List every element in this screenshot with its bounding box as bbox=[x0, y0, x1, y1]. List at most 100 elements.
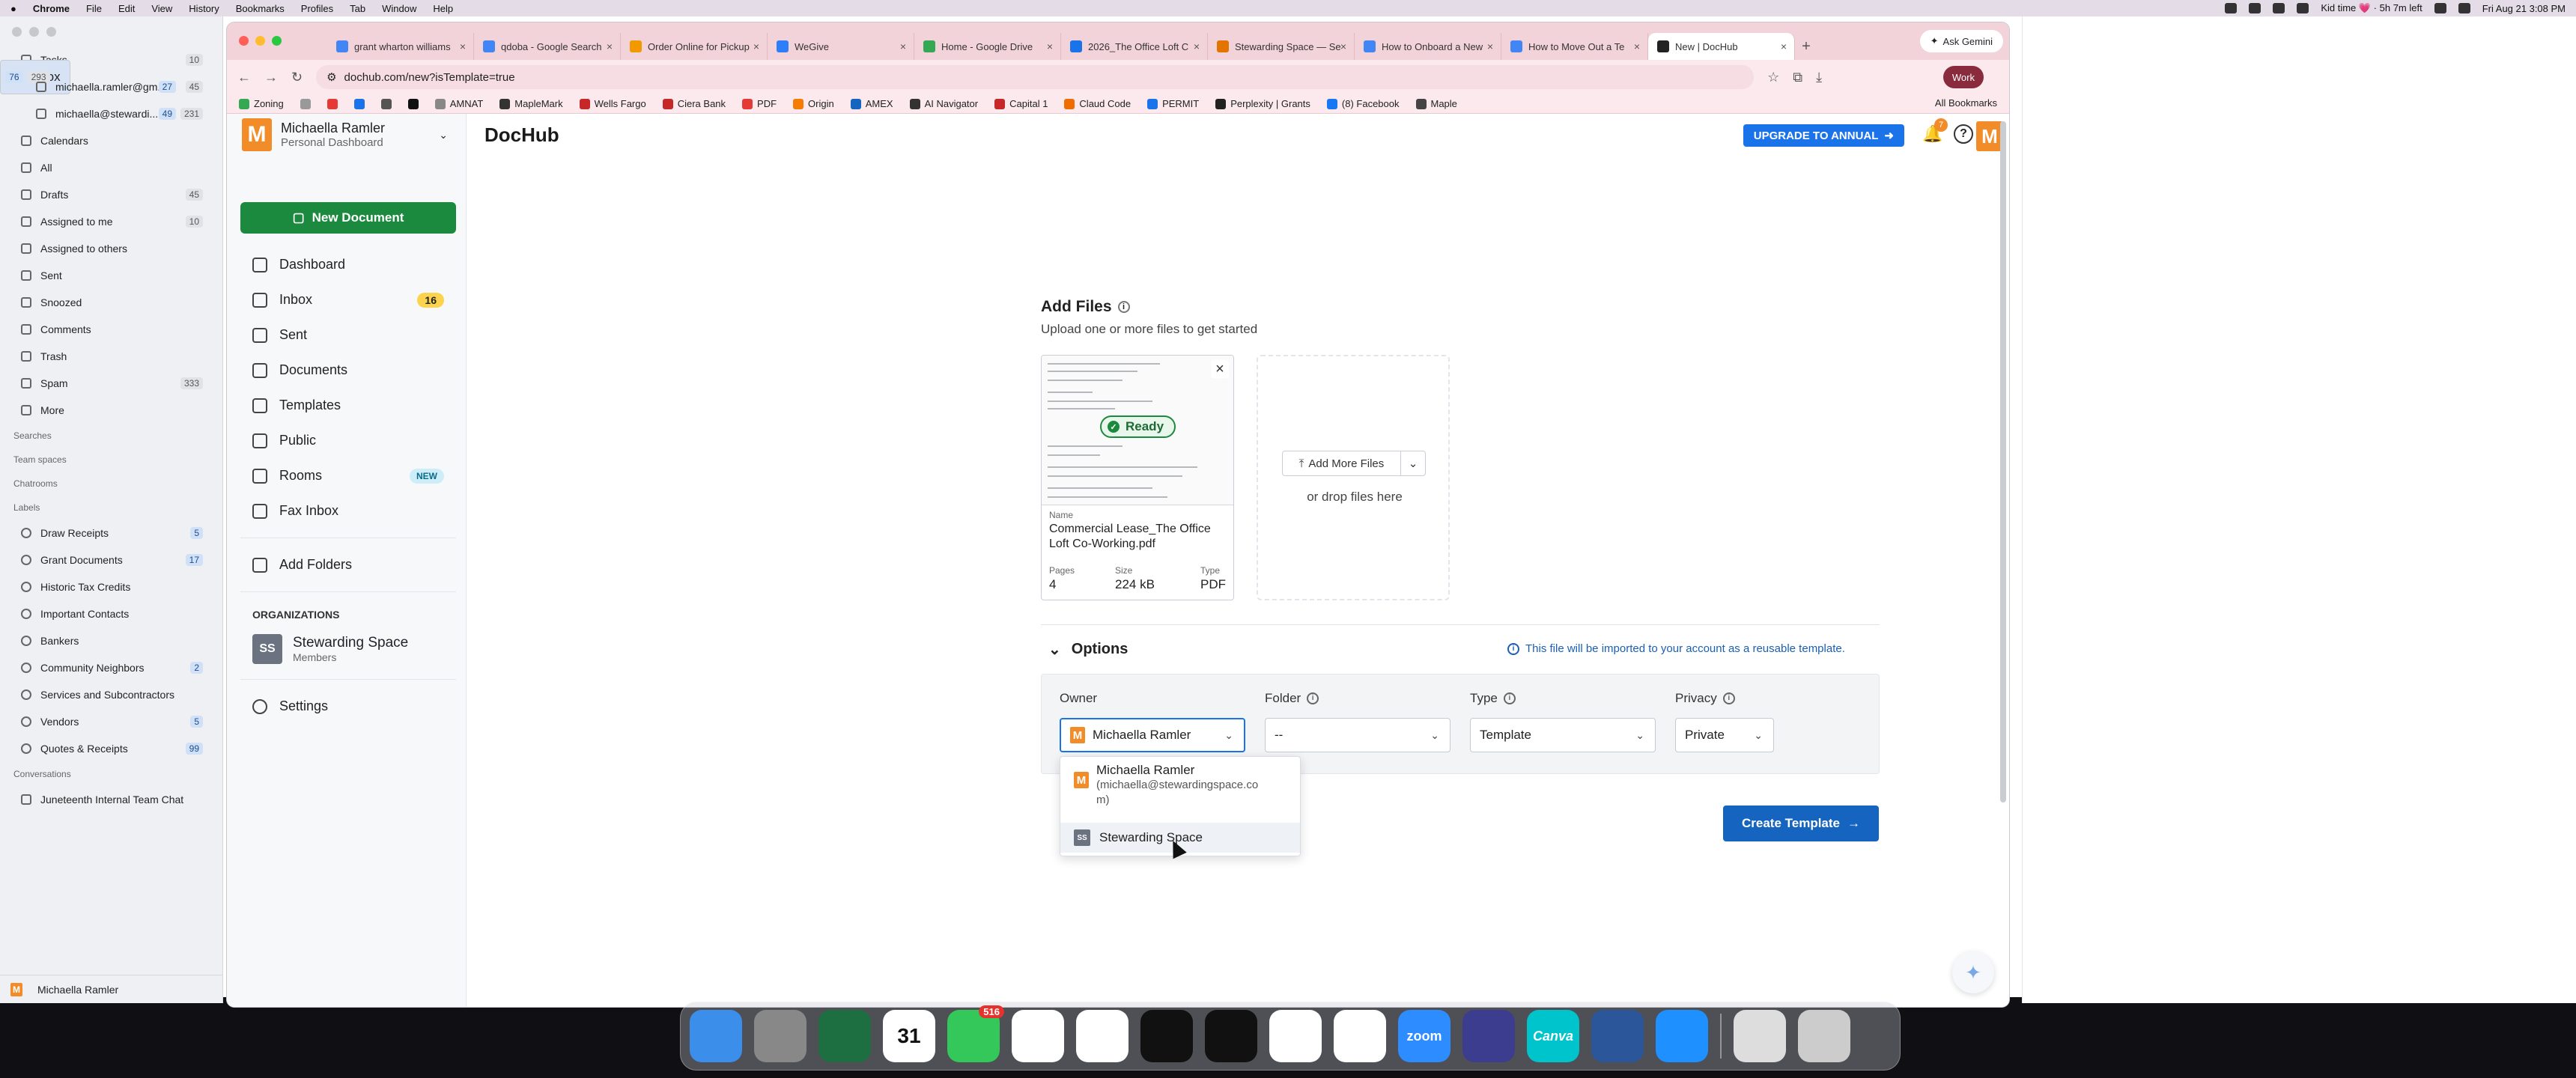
mail-section-heading[interactable]: Team spaces bbox=[0, 448, 222, 472]
menu-profiles[interactable]: Profiles bbox=[301, 3, 333, 14]
mail-label-item[interactable]: Grant Documents 17 bbox=[0, 546, 222, 573]
owner-select[interactable]: M Michaella Ramler ⌄ bbox=[1060, 718, 1245, 752]
help-icon[interactable]: ? bbox=[1954, 124, 1973, 144]
close-icon[interactable]: × bbox=[1211, 360, 1229, 378]
mail-label-item[interactable]: Community Neighbors 2 bbox=[0, 654, 222, 681]
owner-option-michaella[interactable]: M Michaella Ramler (michaella@stewarding… bbox=[1060, 763, 1300, 817]
mail-folder-item[interactable]: Assigned to me 10 bbox=[0, 208, 222, 235]
extensions-icon[interactable]: ⧉ bbox=[1793, 70, 1802, 85]
notion-icon[interactable] bbox=[1462, 1010, 1515, 1062]
mail-label-item[interactable]: Important Contacts bbox=[0, 600, 222, 627]
wifi-icon[interactable] bbox=[2434, 3, 2446, 13]
excel-icon[interactable] bbox=[818, 1010, 871, 1062]
account-switcher[interactable]: M Michaella Ramler Personal Dashboard ⌄ bbox=[227, 114, 466, 156]
user-avatar[interactable]: M bbox=[1976, 121, 2003, 151]
drop-zone[interactable]: ⤒ Add More Files ⌄ or drop files here bbox=[1257, 355, 1450, 600]
add-more-files-button[interactable]: ⤒ Add More Files ⌄ bbox=[1282, 451, 1426, 476]
bookmark-item[interactable] bbox=[326, 98, 338, 109]
tab-close-icon[interactable]: × bbox=[1781, 40, 1787, 52]
mail-folder-item[interactable]: michaella.ramler@gm... 27 45 bbox=[0, 73, 222, 100]
search-status-icon[interactable] bbox=[2249, 3, 2261, 13]
bookmark-item[interactable] bbox=[300, 98, 311, 109]
sidebar-item-sent[interactable]: Sent bbox=[240, 317, 456, 353]
bookmark-item[interactable] bbox=[407, 98, 419, 109]
tab-close-icon[interactable]: × bbox=[1634, 40, 1640, 52]
app-menu[interactable]: Chrome bbox=[33, 3, 70, 14]
back-icon[interactable]: ← bbox=[237, 70, 251, 85]
reload-icon[interactable]: ↻ bbox=[291, 70, 303, 85]
menu-bookmarks[interactable]: Bookmarks bbox=[236, 3, 285, 14]
create-template-button[interactable]: Create Template → bbox=[1723, 806, 1879, 841]
type-select[interactable]: Template ⌄ bbox=[1470, 718, 1656, 752]
download-icon[interactable]: ⤓ bbox=[1816, 70, 1822, 85]
bookmark-item[interactable] bbox=[380, 98, 392, 109]
mail-section-heading[interactable]: Labels bbox=[0, 496, 222, 520]
bookmark-item[interactable]: Ciera Bank bbox=[662, 98, 726, 109]
tab-close-icon[interactable]: × bbox=[1340, 40, 1346, 52]
bookmark-item[interactable] bbox=[353, 98, 365, 109]
bookmark-item[interactable]: AI Navigator bbox=[909, 98, 978, 109]
close-window-button[interactable] bbox=[239, 36, 249, 46]
browser-tab[interactable]: Order Online for Pickup × bbox=[621, 33, 768, 60]
eye-app-icon[interactable] bbox=[1205, 1010, 1257, 1062]
sidebar-item-rooms[interactable]: Rooms NEW bbox=[240, 458, 456, 493]
info-icon[interactable]: i bbox=[1307, 692, 1319, 704]
sidebar-item-inbox[interactable]: Inbox 16 bbox=[240, 282, 456, 317]
calendar-icon[interactable]: 31 bbox=[883, 1010, 935, 1062]
mail-label-item[interactable]: Quotes & Receipts 99 bbox=[0, 735, 222, 762]
all-bookmarks[interactable]: All Bookmarks bbox=[1935, 97, 1997, 109]
mail-label-item[interactable]: Bankers bbox=[0, 627, 222, 654]
browser-tab[interactable]: 2026_The Office Loft C × bbox=[1061, 33, 1208, 60]
forward-icon[interactable]: → bbox=[264, 70, 278, 85]
bookmark-item[interactable]: Zoning bbox=[239, 98, 284, 109]
chevron-down-icon[interactable]: ⌄ bbox=[1401, 457, 1425, 470]
sidebar-item-templates[interactable]: Templates bbox=[240, 388, 456, 423]
menu-help[interactable]: Help bbox=[433, 3, 453, 14]
chrome-icon[interactable] bbox=[1269, 1010, 1322, 1062]
mail-section-heading[interactable]: Chatrooms bbox=[0, 472, 222, 496]
mail-folder-item[interactable]: Trash bbox=[0, 343, 222, 370]
bookmark-item[interactable]: Maple bbox=[1415, 98, 1457, 109]
browser-tab[interactable]: grant wharton williams × bbox=[327, 33, 474, 60]
browser-tab[interactable]: Home - Google Drive × bbox=[914, 33, 1061, 60]
voice-memos-icon[interactable] bbox=[1140, 1010, 1193, 1062]
mail-folder-item[interactable]: More bbox=[0, 397, 222, 424]
upgrade-button[interactable]: UPGRADE TO ANNUAL ➜ bbox=[1743, 124, 1904, 147]
settings-status-icon[interactable] bbox=[2297, 3, 2309, 13]
bookmark-item[interactable]: Perplexity | Grants bbox=[1215, 98, 1310, 109]
conversation-item[interactable]: Juneteenth Internal Team Chat bbox=[0, 786, 222, 813]
apple-menu-icon[interactable]: ● bbox=[10, 3, 16, 14]
file-card[interactable]: ✓ Ready × Name Commercial Lease_The Offic… bbox=[1041, 355, 1234, 600]
mail-folder-item[interactable]: Assigned to others bbox=[0, 235, 222, 262]
sidebar-item-documents[interactable]: Documents bbox=[240, 353, 456, 388]
bookmark-item[interactable]: (8) Facebook bbox=[1326, 98, 1400, 109]
new-document-button[interactable]: ▢ New Document bbox=[240, 202, 456, 234]
browser-tab[interactable]: Stewarding Space — Se × bbox=[1208, 33, 1355, 60]
org-stewarding-space[interactable]: SS Stewarding Space Members bbox=[240, 628, 456, 670]
safari-icon[interactable] bbox=[1656, 1010, 1708, 1062]
profile-button[interactable]: Work bbox=[1942, 66, 1984, 88]
ai-assistant-button[interactable]: ✦ bbox=[1952, 951, 1994, 993]
bookmark-item[interactable]: AMEX bbox=[850, 98, 893, 109]
new-tab-button[interactable]: + bbox=[1795, 33, 1817, 60]
zoom-dot[interactable] bbox=[46, 26, 56, 37]
browser-tab[interactable]: New | DocHub × bbox=[1648, 33, 1795, 60]
mail-folder-item[interactable]: Snoozed bbox=[0, 289, 222, 316]
menu-history[interactable]: History bbox=[189, 3, 219, 14]
close-dot[interactable] bbox=[12, 26, 22, 37]
mail-folder-item[interactable]: michaella@stewardi... 49 231 bbox=[0, 100, 222, 127]
browser-tab[interactable]: qdoba - Google Search × bbox=[474, 33, 621, 60]
menu-view[interactable]: View bbox=[151, 3, 172, 14]
zoom-icon[interactable]: zoom bbox=[1398, 1010, 1450, 1062]
bookmark-item[interactable]: Claud Code bbox=[1064, 98, 1131, 109]
mail-label-item[interactable]: Historic Tax Credits bbox=[0, 573, 222, 600]
tab-close-icon[interactable]: × bbox=[460, 40, 466, 52]
chevron-down-icon[interactable]: ⌄ bbox=[439, 129, 448, 141]
info-icon[interactable]: i bbox=[1117, 301, 1130, 314]
tab-close-icon[interactable]: × bbox=[1487, 40, 1493, 52]
word-icon[interactable] bbox=[1591, 1010, 1644, 1062]
mail-folder-item[interactable]: Drafts 45 bbox=[0, 181, 222, 208]
maximize-window-button[interactable] bbox=[272, 36, 282, 46]
mail-folder-item[interactable]: Comments bbox=[0, 316, 222, 343]
privacy-select[interactable]: Private ⌄ bbox=[1675, 718, 1774, 752]
